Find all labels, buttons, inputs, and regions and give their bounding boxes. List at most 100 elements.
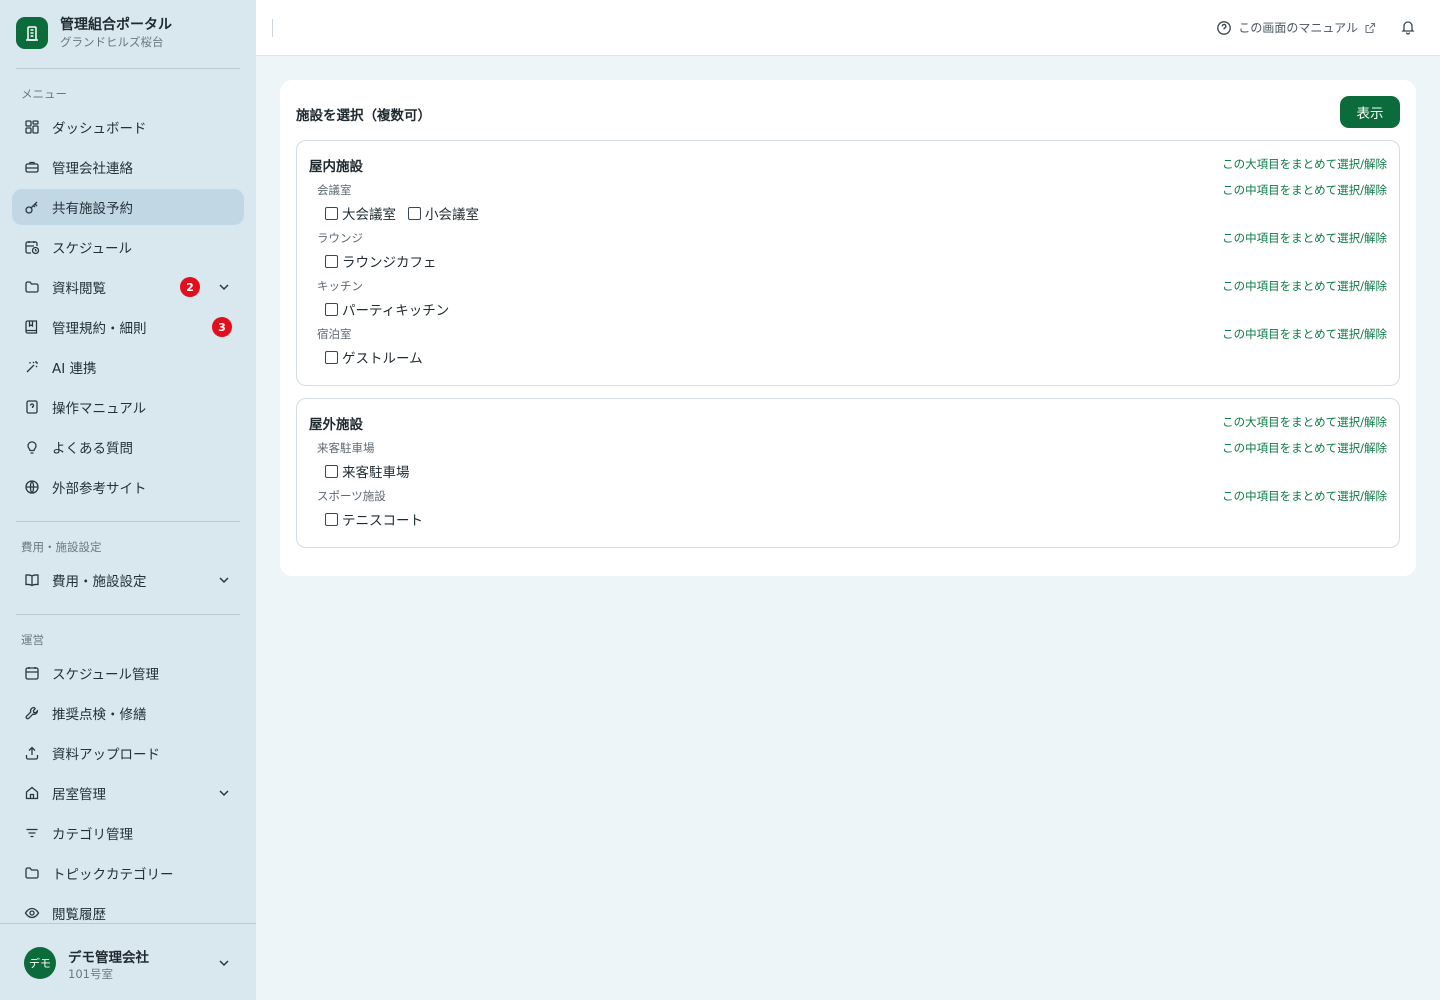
checkbox[interactable] <box>325 350 338 364</box>
option-label: パーティキッチン <box>342 303 450 319</box>
chevron-down-icon[interactable] <box>216 785 232 801</box>
subgroup-label: 宿泊室 <box>317 327 352 341</box>
sidebar-item-documents[interactable]: 資料閲覧 2 <box>12 269 244 305</box>
facility-option[interactable]: 来客駐車場 <box>325 461 410 481</box>
sidebar-item-label: カテゴリ管理 <box>52 827 133 843</box>
sidebar-item-facility-booking[interactable]: 共有施設予約 <box>12 189 244 225</box>
option-label: ラウンジカフェ <box>342 255 437 271</box>
option-row: 大会議室 小会議室 <box>325 203 491 223</box>
facility-group-indoor: 屋内施設 この大項目をまとめて選択/解除 会議室 この中項目をまとめて選択/解除… <box>296 140 1400 386</box>
subgroup-label: スポーツ施設 <box>317 489 386 503</box>
sidebar-item-category-management[interactable]: カテゴリ管理 <box>12 815 244 851</box>
checkbox[interactable] <box>325 464 338 478</box>
group-toggle-link[interactable]: この大項目をまとめて選択/解除 <box>1222 156 1387 172</box>
briefcase-icon <box>24 159 40 175</box>
brand-subtitle: グランドヒルズ桜台 <box>60 35 164 49</box>
external-link-icon <box>1365 22 1376 33</box>
option-row: 来客駐車場 <box>325 461 422 481</box>
facility-option[interactable]: 小会議室 <box>408 203 479 223</box>
subgroup-toggle-link[interactable]: この中項目をまとめて選択/解除 <box>1222 440 1387 456</box>
count-badge: 2 <box>180 277 200 297</box>
subgroup-toggle-link[interactable]: この中項目をまとめて選択/解除 <box>1222 278 1387 294</box>
chevron-down-icon[interactable] <box>216 955 232 971</box>
lightbulb-icon <box>24 439 40 455</box>
section-label-operations: 運営 <box>21 633 44 647</box>
sidebar-item-label: トピックカテゴリー <box>52 867 174 883</box>
sidebar-item-label: スケジュール管理 <box>52 667 160 683</box>
subgroup-toggle-link[interactable]: この中項目をまとめて選択/解除 <box>1222 488 1387 504</box>
facility-option[interactable]: 大会議室 <box>325 203 396 223</box>
divider <box>16 68 240 69</box>
option-row: ラウンジカフェ <box>325 251 449 271</box>
sidebar-item-manual[interactable]: 操作マニュアル <box>12 389 244 425</box>
sidebar-item-label: 管理会社連絡 <box>52 161 133 177</box>
facility-option[interactable]: テニスコート <box>325 509 423 529</box>
screen-manual-link[interactable]: この画面のマニュアル <box>1216 19 1376 36</box>
calendar-icon <box>24 665 40 681</box>
subgroup-label: 会議室 <box>317 183 352 197</box>
sidebar-item-ai[interactable]: AI 連携 <box>12 349 244 385</box>
facility-option[interactable]: ゲストルーム <box>325 347 423 367</box>
sidebar-item-company-contact[interactable]: 管理会社連絡 <box>12 149 244 185</box>
sidebar-item-label: 居室管理 <box>52 787 106 803</box>
sidebar-item-dashboard[interactable]: ダッシュボード <box>12 109 244 145</box>
group-title: 屋外施設 <box>309 417 363 433</box>
manual-link-label: この画面のマニュアル <box>1238 21 1358 35</box>
sidebar-item-inspection[interactable]: 推奨点検・修繕 <box>12 695 244 731</box>
facility-group-outdoor: 屋外施設 この大項目をまとめて選択/解除 来客駐車場 この中項目をまとめて選択/… <box>296 398 1400 548</box>
sidebar-item-faq[interactable]: よくある質問 <box>12 429 244 465</box>
checkbox[interactable] <box>408 206 421 220</box>
sidebar-item-schedule-management[interactable]: スケジュール管理 <box>12 655 244 691</box>
subgroup-toggle-link[interactable]: この中項目をまとめて選択/解除 <box>1222 230 1387 246</box>
user-room: 101号室 <box>68 967 113 981</box>
user-menu[interactable]: デモ デモ管理会社 101号室 <box>0 923 256 1000</box>
sidebar-item-topic-category[interactable]: トピックカテゴリー <box>12 855 244 891</box>
sidebar-item-label: ダッシュボード <box>52 121 147 137</box>
sidebar-item-external-sites[interactable]: 外部参考サイト <box>12 469 244 505</box>
divider <box>16 521 240 522</box>
show-button[interactable]: 表示 <box>1340 96 1400 128</box>
checkbox[interactable] <box>325 254 338 268</box>
section-label-cost: 費用・施設設定 <box>21 540 102 554</box>
chevron-down-icon[interactable] <box>216 572 232 588</box>
sidebar-item-cost-settings[interactable]: 費用・施設設定 <box>12 562 244 598</box>
subgroup-toggle-link[interactable]: この中項目をまとめて選択/解除 <box>1222 326 1387 342</box>
sidebar-item-label: 操作マニュアル <box>52 401 147 417</box>
sidebar-item-schedule[interactable]: スケジュール <box>12 229 244 265</box>
option-label: 小会議室 <box>425 207 479 223</box>
option-label: 大会議室 <box>342 207 396 223</box>
option-row: ゲストルーム <box>325 347 435 367</box>
sidebar-item-label: 費用・施設設定 <box>52 574 147 590</box>
group-title: 屋内施設 <box>309 159 363 175</box>
checkbox[interactable] <box>325 512 338 526</box>
open-book-icon <box>24 572 40 588</box>
checkbox[interactable] <box>325 302 338 316</box>
option-label: 来客駐車場 <box>342 465 410 481</box>
option-label: ゲストルーム <box>342 351 423 367</box>
manual-book-icon <box>24 399 40 415</box>
sidebar-item-bylaws[interactable]: 管理規約・細則 3 <box>12 309 244 345</box>
bell-icon[interactable] <box>1400 19 1416 35</box>
sidebar-item-upload[interactable]: 資料アップロード <box>12 735 244 771</box>
facility-option[interactable]: パーティキッチン <box>325 299 449 319</box>
checkbox[interactable] <box>325 206 338 220</box>
chevron-down-icon[interactable] <box>216 279 232 295</box>
brand-title: 管理組合ポータル <box>60 17 172 33</box>
header-divider <box>272 19 273 37</box>
eye-icon <box>24 905 40 921</box>
sidebar: 管理組合ポータル グランドヒルズ桜台 メニュー ダッシュボード 管理会社連絡 共… <box>0 0 256 1000</box>
sidebar-item-label: 資料アップロード <box>52 747 160 763</box>
globe-icon <box>24 479 40 495</box>
sparkle-wand-icon <box>24 359 40 375</box>
facility-select-card: 施設を選択（複数可） 表示 屋内施設 この大項目をまとめて選択/解除 会議室 こ… <box>280 80 1416 576</box>
option-row: パーティキッチン <box>325 299 461 319</box>
sidebar-item-label: 外部参考サイト <box>52 481 147 497</box>
sidebar-item-room-management[interactable]: 居室管理 <box>12 775 244 811</box>
group-toggle-link[interactable]: この大項目をまとめて選択/解除 <box>1222 414 1387 430</box>
filter-lines-icon <box>24 825 40 841</box>
subgroup-toggle-link[interactable]: この中項目をまとめて選択/解除 <box>1222 182 1387 198</box>
facility-option[interactable]: ラウンジカフェ <box>325 251 437 271</box>
brand[interactable]: 管理組合ポータル グランドヒルズ桜台 <box>16 16 172 50</box>
count-badge: 3 <box>212 317 232 337</box>
key-icon <box>24 199 40 215</box>
